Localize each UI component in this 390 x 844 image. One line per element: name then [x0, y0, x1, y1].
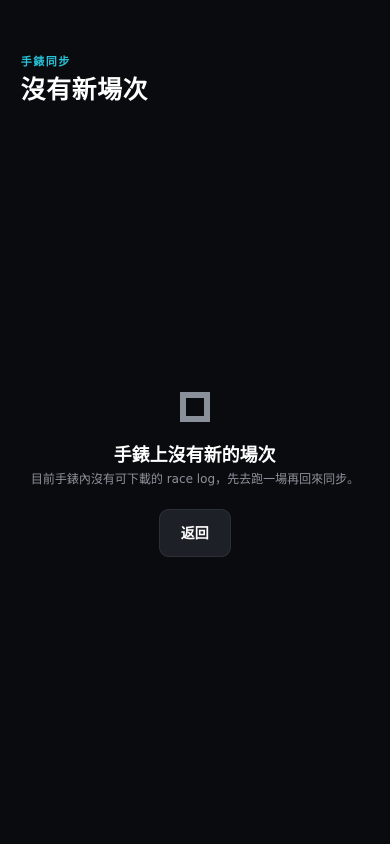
empty-state: 手錶上沒有新的場次 目前手錶內沒有可下載的 race log，先去跑一場再回來同… [0, 391, 390, 557]
empty-square-icon [179, 391, 211, 423]
back-button[interactable]: 返回 [159, 509, 231, 557]
empty-state-description: 目前手錶內沒有可下載的 race log，先去跑一場再回來同步。 [30, 472, 360, 486]
header: 手錶同步 沒有新場次 [21, 55, 371, 107]
sync-screen: 手錶同步 沒有新場次 手錶上沒有新的場次 目前手錶內沒有可下載的 race lo… [0, 0, 390, 844]
section-eyebrow: 手錶同步 [21, 55, 71, 68]
page-title: 沒有新場次 [21, 75, 149, 104]
empty-state-title: 手錶上沒有新的場次 [114, 445, 276, 466]
empty-square-icon-graphic [180, 392, 210, 422]
